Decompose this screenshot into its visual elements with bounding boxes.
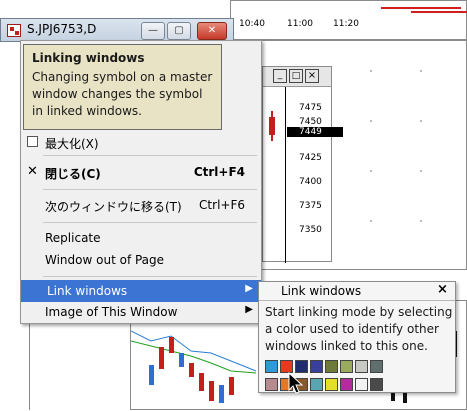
price-label: 7375 bbox=[299, 201, 322, 211]
candle bbox=[199, 373, 204, 391]
menu-item-next-window[interactable]: 次のウィンドウに移る(T) Ctrl+F6 bbox=[21, 194, 261, 216]
menu-item-label: 閉じる(C) bbox=[45, 167, 101, 181]
submenu-arrow-icon: ▶ bbox=[245, 304, 253, 315]
top-axis-label: 10:40 bbox=[239, 19, 265, 29]
menu-item-replicate[interactable]: Replicate bbox=[21, 227, 261, 249]
menu-item-label: 次のウィンドウに移る(T) bbox=[45, 200, 182, 214]
price-axis bbox=[285, 87, 286, 263]
window-title: S.JPJ6753,D bbox=[27, 22, 97, 36]
mouse-cursor-icon bbox=[288, 372, 304, 394]
top-red-line bbox=[381, 7, 461, 9]
menu-item-label: 最大化(X) bbox=[45, 137, 99, 151]
menu-item-shortcut: Ctrl+F4 bbox=[193, 165, 245, 179]
current-price-label: 7449 bbox=[287, 127, 343, 137]
candle bbox=[219, 385, 224, 403]
tooltip-body: Changing symbol on a master window chang… bbox=[32, 70, 213, 118]
menu-separator bbox=[43, 276, 257, 277]
small-window-titlebar: _ □ × bbox=[263, 67, 331, 87]
candle bbox=[149, 365, 154, 385]
top-axis-label: 11:00 bbox=[287, 19, 313, 29]
panel-description: Start linking mode by selecting a color … bbox=[265, 305, 453, 353]
panel-divider bbox=[259, 300, 455, 301]
candle bbox=[209, 381, 214, 401]
maximize-button[interactable]: ▢ bbox=[167, 22, 191, 40]
menu-item-image-of-window[interactable]: Image of This Window ▶ bbox=[21, 301, 261, 323]
minimize-icon[interactable]: _ bbox=[273, 69, 287, 83]
candle bbox=[271, 111, 273, 141]
menu-separator bbox=[43, 189, 257, 190]
background-chart-top: 10:40 11:00 11:20 bbox=[230, 0, 467, 40]
menu-item-maximize[interactable]: 最大化(X) bbox=[21, 131, 261, 153]
close-x-icon: ✕ bbox=[27, 164, 38, 179]
color-swatch[interactable] bbox=[370, 378, 383, 391]
background-chart-small: _ □ × 7475 7450 7449 7425 7400 7375 7350 bbox=[262, 66, 343, 263]
menu-item-label: Window out of Page bbox=[45, 253, 165, 267]
menu-item-label: Replicate bbox=[45, 231, 101, 245]
menu-item-shortcut: Ctrl+F6 bbox=[199, 198, 245, 212]
menu-item-label: Image of This Window bbox=[45, 305, 178, 319]
tooltip: Linking windows Changing symbol on a mas… bbox=[23, 44, 222, 130]
color-swatch[interactable] bbox=[325, 360, 338, 373]
color-swatch[interactable] bbox=[325, 378, 338, 391]
panel-close-icon[interactable]: × bbox=[437, 282, 448, 297]
color-swatch[interactable] bbox=[265, 378, 278, 391]
candle bbox=[189, 363, 194, 377]
color-swatch[interactable] bbox=[310, 378, 323, 391]
color-swatch[interactable] bbox=[370, 360, 383, 373]
color-swatch[interactable] bbox=[355, 378, 368, 391]
menu-item-label: Link windows bbox=[47, 284, 128, 298]
candle bbox=[179, 353, 184, 367]
color-swatch[interactable] bbox=[310, 360, 323, 373]
price-label: 7450 bbox=[299, 117, 322, 127]
window-titlebar[interactable]: S.JPJ6753,D — ▢ ✕ bbox=[0, 18, 234, 42]
menu-separator bbox=[43, 222, 257, 223]
candle bbox=[229, 377, 234, 395]
menu-separator bbox=[43, 155, 257, 156]
candle bbox=[169, 337, 174, 353]
color-swatch[interactable] bbox=[340, 360, 353, 373]
price-label: 7350 bbox=[299, 225, 322, 235]
close-icon[interactable]: × bbox=[305, 69, 319, 83]
menu-item-window-out-of-page[interactable]: Window out of Page bbox=[21, 249, 261, 271]
grid-area bbox=[330, 40, 467, 270]
color-swatch[interactable] bbox=[340, 378, 353, 391]
panel-title: Link windows bbox=[281, 284, 362, 298]
menu-item-close[interactable]: ✕ 閉じる(C) Ctrl+F4 bbox=[21, 161, 261, 183]
submenu-arrow-icon: ▶ bbox=[245, 283, 253, 294]
top-red-line bbox=[411, 11, 467, 13]
color-swatch[interactable] bbox=[265, 360, 278, 373]
maximize-icon[interactable]: □ bbox=[289, 69, 303, 83]
close-button[interactable]: ✕ bbox=[197, 22, 227, 40]
checkbox-icon bbox=[27, 136, 38, 147]
price-label: 7400 bbox=[299, 177, 322, 187]
menu-item-link-windows[interactable]: Link windows ▶ bbox=[21, 280, 261, 302]
price-label: 7425 bbox=[299, 153, 322, 163]
tooltip-title: Linking windows bbox=[32, 51, 145, 65]
candle bbox=[159, 347, 164, 369]
app-icon bbox=[7, 24, 21, 37]
price-label: 7475 bbox=[299, 103, 322, 113]
top-axis-label: 11:20 bbox=[333, 19, 359, 29]
minimize-button[interactable]: — bbox=[141, 22, 165, 40]
color-swatch[interactable] bbox=[355, 360, 368, 373]
